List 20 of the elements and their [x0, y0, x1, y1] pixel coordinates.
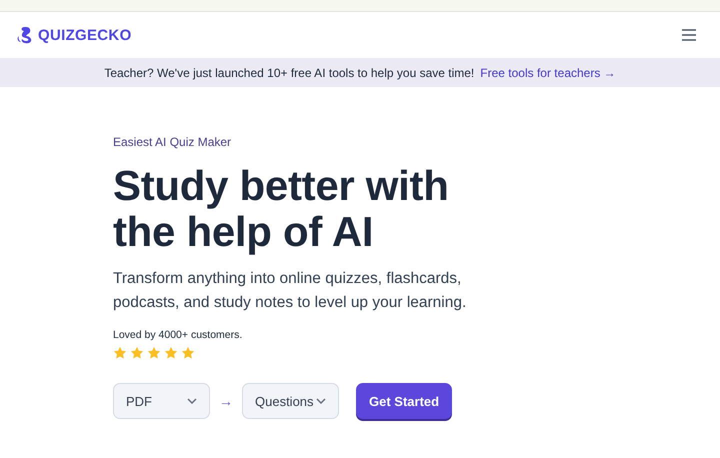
- menu-icon[interactable]: [682, 29, 696, 41]
- hero-title: Study better with the help of AI: [113, 163, 450, 255]
- banner-link[interactable]: Free tools for teachers →: [480, 66, 616, 80]
- source-select[interactable]: PDF: [113, 383, 210, 419]
- social-proof-text: Loved by 4000+ customers.: [113, 329, 244, 341]
- hero-subtitle: Transform anything into online quizzes, flashcards, podcasts, and study notes to level up your learning.: [113, 269, 468, 313]
- star-icon: [181, 346, 195, 360]
- chevron-down-icon: [187, 398, 197, 404]
- banner-text: Teacher? We've just launched 10+ free AI tools to help you save time!: [104, 66, 474, 80]
- star-icon: [164, 346, 178, 360]
- star-icon: [147, 346, 161, 360]
- eyebrow-text: Easiest AI Quiz Maker: [113, 135, 232, 149]
- logo-text[interactable]: QUIZGECKO: [38, 26, 132, 44]
- chevron-down-icon: [316, 398, 326, 404]
- star-icon: [113, 346, 127, 360]
- arrow-text: →: [219, 393, 233, 409]
- star-icon: [130, 346, 144, 360]
- get-started-button[interactable]: Get Started: [356, 383, 452, 419]
- gecko-logo-icon: [17, 26, 33, 44]
- output-select[interactable]: Questions: [242, 383, 339, 419]
